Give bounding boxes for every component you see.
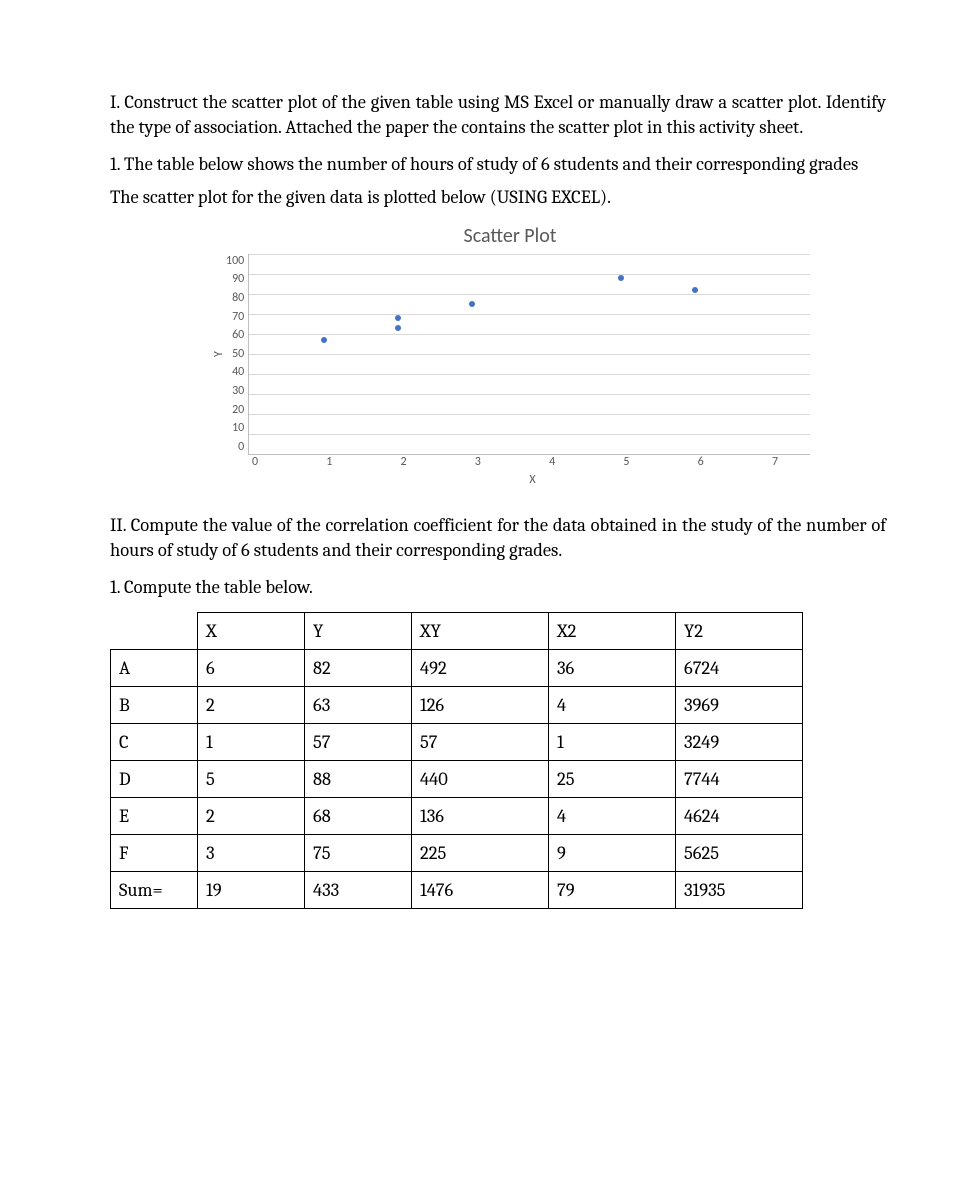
y-tick: 60 (226, 328, 244, 342)
y-axis-ticks: 1009080706050403020100 (226, 254, 248, 454)
data-point (469, 301, 475, 307)
section-i-q1: 1. The table below shows the number of h… (110, 152, 886, 177)
y-tick: 40 (226, 365, 244, 379)
header-x: X (198, 612, 305, 649)
table-row: A682492366724 (111, 649, 803, 686)
cell-y: 88 (305, 760, 412, 797)
header-xy: XY (412, 612, 549, 649)
y-axis-label: Y (210, 254, 226, 455)
row-label: C (111, 723, 198, 760)
x-tick: 0 (252, 455, 258, 469)
x-tick: 3 (475, 455, 481, 469)
cell-x2: 4 (549, 686, 676, 723)
cell-xy: 225 (412, 834, 549, 871)
cell-x: 1 (198, 723, 305, 760)
chart-title: Scatter Plot (210, 224, 810, 248)
cell-xy: 492 (412, 649, 549, 686)
cell-y: 57 (305, 723, 412, 760)
sum-x: 19 (198, 871, 305, 908)
cell-y: 63 (305, 686, 412, 723)
table-sum-row: Sum=1943314767931935 (111, 871, 803, 908)
row-label: D (111, 760, 198, 797)
section-i-caption: The scatter plot for the given data is p… (110, 185, 886, 210)
scatter-chart: Scatter Plot Y 1009080706050403020100 01… (210, 224, 810, 487)
header-y: Y (305, 612, 412, 649)
cell-y2: 6724 (676, 649, 803, 686)
sum-y: 433 (305, 871, 412, 908)
x-tick: 7 (772, 455, 778, 469)
page: I. Construct the scatter plot of the giv… (0, 0, 976, 1200)
y-tick: 30 (226, 384, 244, 398)
x-tick: 1 (326, 455, 332, 469)
sum-y2: 31935 (676, 871, 803, 908)
table-row: D588440257744 (111, 760, 803, 797)
cell-x: 2 (198, 686, 305, 723)
row-label: F (111, 834, 198, 871)
data-point (618, 275, 624, 281)
x-axis-ticks: 0 1 2 3 4 5 6 7 (255, 455, 775, 471)
cell-y2: 7744 (676, 760, 803, 797)
cell-y: 82 (305, 649, 412, 686)
x-tick: 5 (623, 455, 629, 469)
row-label: B (111, 686, 198, 723)
cell-xy: 126 (412, 686, 549, 723)
y-tick: 10 (226, 421, 244, 435)
data-point (692, 287, 698, 293)
data-point (395, 325, 401, 331)
cell-y2: 4624 (676, 797, 803, 834)
table-row: C1575713249 (111, 723, 803, 760)
correlation-table: XYXYX2Y2A682492366724B26312643969C157571… (110, 612, 803, 909)
cell-y2: 5625 (676, 834, 803, 871)
x-axis-label: X (255, 473, 810, 487)
y-tick: 70 (226, 310, 244, 324)
row-label: E (111, 797, 198, 834)
table-row: E26813644624 (111, 797, 803, 834)
cell-y2: 3969 (676, 686, 803, 723)
table-row: B26312643969 (111, 686, 803, 723)
y-tick: 80 (226, 291, 244, 305)
cell-x: 5 (198, 760, 305, 797)
cell-xy: 440 (412, 760, 549, 797)
sum-label: Sum= (111, 871, 198, 908)
sum-x2: 79 (549, 871, 676, 908)
header-y2: Y2 (676, 612, 803, 649)
y-tick: 0 (226, 440, 244, 454)
cell-x2: 25 (549, 760, 676, 797)
plot-area (248, 254, 810, 455)
data-point (395, 315, 401, 321)
cell-x2: 9 (549, 834, 676, 871)
x-tick: 6 (698, 455, 704, 469)
y-tick: 50 (226, 347, 244, 361)
cell-x2: 36 (549, 649, 676, 686)
y-tick: 20 (226, 403, 244, 417)
section-ii-intro: II. Compute the value of the correlation… (110, 513, 886, 563)
cell-y: 68 (305, 797, 412, 834)
section-i-intro: I. Construct the scatter plot of the giv… (110, 90, 886, 140)
cell-x2: 4 (549, 797, 676, 834)
x-tick: 4 (549, 455, 555, 469)
table-header-row: XYXYX2Y2 (111, 612, 803, 649)
cell-x: 3 (198, 834, 305, 871)
header-x2: X2 (549, 612, 676, 649)
x-tick: 2 (401, 455, 407, 469)
y-tick: 100 (226, 254, 244, 268)
cell-x2: 1 (549, 723, 676, 760)
cell-y2: 3249 (676, 723, 803, 760)
y-tick: 90 (226, 272, 244, 286)
cell-xy: 57 (412, 723, 549, 760)
sum-xy: 1476 (412, 871, 549, 908)
cell-x: 2 (198, 797, 305, 834)
cell-x: 6 (198, 649, 305, 686)
cell-xy: 136 (412, 797, 549, 834)
data-point (321, 337, 327, 343)
table-row: F37522595625 (111, 834, 803, 871)
row-label: A (111, 649, 198, 686)
section-ii-q1: 1. Compute the table below. (110, 575, 886, 600)
header-blank (111, 612, 198, 649)
cell-y: 75 (305, 834, 412, 871)
